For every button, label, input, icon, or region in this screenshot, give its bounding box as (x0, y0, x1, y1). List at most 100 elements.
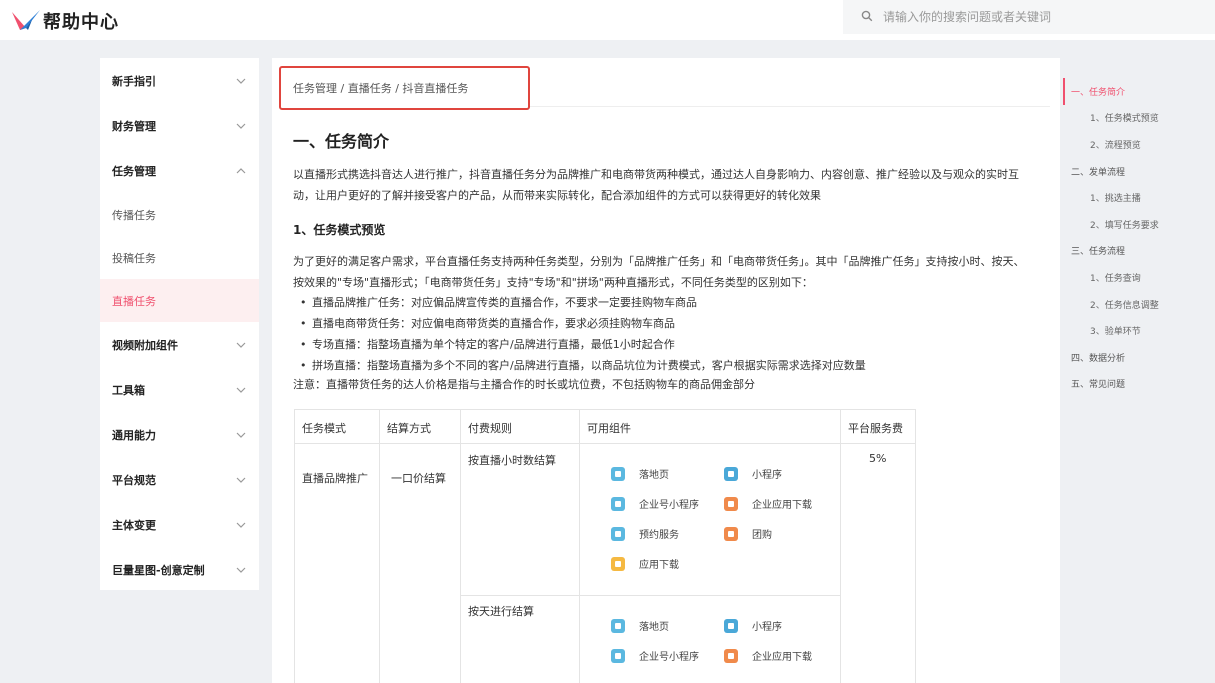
toc-item[interactable]: 3、验单环节 (1063, 317, 1213, 344)
sidebar-item[interactable]: 直播任务 (100, 279, 259, 322)
section-title: 1、任务模式预览 (293, 223, 386, 237)
section-line: 按效果的"专场"直播形式；「电商带货任务」支持"专场"和"拼场"两种直播形式，不… (293, 276, 813, 289)
sidebar-item-label: 视频附加组件 (112, 338, 178, 352)
chevron-down-icon (235, 75, 247, 87)
toc-item[interactable]: 五、常见问题 (1063, 371, 1213, 398)
landing-page-icon (611, 466, 625, 481)
toc-item[interactable]: 1、挑选主播 (1063, 184, 1213, 211)
sidebar-nav: 新手指引财务管理任务管理传播任务投稿任务直播任务视频附加组件 工具箱通用能力平台规… (100, 58, 259, 590)
component-item: 企业号小程序 (611, 496, 699, 511)
table-column-divider (379, 410, 380, 683)
logo[interactable]: 帮助中心 (12, 8, 119, 34)
component-label: 小程序 (752, 622, 782, 633)
sidebar-item-label: 巨量星图-创意定制 (112, 563, 205, 577)
enterprise-mini-program-icon (611, 496, 625, 511)
mini-program-icon (724, 618, 738, 633)
mini-program-icon (724, 466, 738, 481)
section-paragraph: 为了更好的满足客户需求，平台直播任务支持两种任务类型，分别为「品牌推广任务」和「… (293, 251, 1053, 293)
bullet-item: 拼场直播：指整场直播为多个不同的客户/品牌进行直播，以商品坑位为计费模式，客户根… (300, 355, 1040, 376)
component-item: 团购 (724, 526, 772, 541)
chevron-down-icon (235, 384, 247, 396)
chevron-up-icon (235, 165, 247, 177)
sidebar-item-label: 新手指引 (112, 74, 156, 88)
toc-item[interactable]: 2、流程预览 (1063, 131, 1213, 158)
sidebar-item[interactable]: 平台规范 (100, 457, 259, 502)
component-item: 企业应用下载 (724, 648, 812, 663)
component-label: 企业号小程序 (639, 652, 699, 663)
bullet-item: 专场直播：指整场直播为单个特定的客户/品牌进行直播，最低1小时起合作 (300, 334, 1040, 355)
component-label: 企业应用下载 (752, 652, 812, 663)
table-column-divider (579, 410, 580, 683)
sidebar-item-label: 投稿任务 (112, 251, 156, 265)
sidebar-item[interactable]: 新手指引 (100, 58, 259, 103)
toc-item[interactable]: 2、任务信息调整 (1063, 291, 1213, 318)
sidebar-item[interactable]: 财务管理 (100, 103, 259, 148)
toc-item[interactable]: 一、任务简介 (1063, 78, 1213, 105)
bullet-item: 直播电商带货任务：对应偏电商带货类的直播合作，要求必须挂购物车商品 (300, 313, 1040, 334)
enterprise-app-download-icon (724, 648, 738, 663)
logo-mark-icon (12, 10, 40, 32)
chevron-down-icon (235, 339, 247, 351)
table-cell-fee: 5% (869, 452, 887, 465)
chevron-down-icon (235, 429, 247, 441)
page-title: 一、任务简介 (293, 132, 390, 151)
toc-item[interactable]: 四、数据分析 (1063, 344, 1213, 371)
sidebar-item[interactable]: 巨量星图-创意定制 (100, 547, 259, 592)
table-cell-rule: 按天进行结算 (468, 605, 534, 618)
search-bar[interactable] (843, 0, 1215, 34)
table-cell-rule: 按直播小时数结算 (468, 454, 556, 467)
table-column-divider (460, 410, 461, 683)
component-label: 团购 (752, 530, 772, 541)
logo-text: 帮助中心 (43, 12, 119, 33)
component-item: 预约服务 (611, 526, 679, 541)
search-input[interactable] (883, 10, 1183, 24)
table-header-cell: 结算方式 (387, 422, 431, 435)
component-item: 企业号小程序 (611, 648, 699, 663)
table-header-cell: 付费规则 (468, 422, 512, 435)
toc-item[interactable]: 1、任务模式预览 (1063, 105, 1213, 132)
intro-line: 以直播形式携选抖音达人进行推广，抖音直播任务分为品牌推广和电商带货两种模式，通过… (293, 168, 1019, 181)
component-item: 落地页 (611, 466, 669, 481)
table-header-cell: 任务模式 (302, 422, 346, 435)
chevron-down-icon (235, 519, 247, 531)
component-label: 企业号小程序 (639, 500, 699, 511)
sidebar-item[interactable]: 传播任务 (100, 193, 259, 236)
sidebar-item[interactable]: 工具箱 (100, 367, 259, 412)
table-cell-mode: 直播品牌推广 (302, 472, 368, 485)
toc-item[interactable]: 1、任务查询 (1063, 264, 1213, 291)
sidebar-item[interactable]: 任务管理 (100, 148, 259, 193)
sidebar-item-label: 任务管理 (112, 164, 156, 178)
sidebar-item-label: 平台规范 (112, 473, 156, 487)
table-header-cell: 平台服务费 (848, 422, 903, 435)
component-label: 小程序 (752, 470, 782, 481)
toc-item[interactable]: 2、填写任务要求 (1063, 211, 1213, 238)
task-mode-table: 任务模式 结算方式 付费规则 可用组件 平台服务费 直播品牌推广 一口价结算 按… (294, 409, 916, 683)
top-header: 帮助中心 (0, 0, 1215, 40)
sidebar-item-label: 主体变更 (112, 518, 156, 532)
toc-item[interactable]: 二、发单流程 (1063, 158, 1213, 185)
table-cell-settlement: 一口价结算 (391, 472, 446, 485)
table-header-cell: 可用组件 (587, 422, 631, 435)
booking-service-icon (611, 526, 625, 541)
divider (530, 106, 1050, 107)
enterprise-mini-program-icon (611, 648, 625, 663)
bullet-item: 直播品牌推广任务：对应偏品牌宣传类的直播合作，不要求一定要挂购物车商品 (300, 292, 1040, 313)
group-buy-icon (724, 526, 738, 541)
component-label: 落地页 (639, 470, 669, 481)
main-content: 任务管理 / 直播任务 / 抖音直播任务 一、任务简介 以直播形式携选抖音达人进… (272, 58, 1060, 683)
sidebar-item-label: 直播任务 (112, 294, 156, 308)
component-label: 落地页 (639, 622, 669, 633)
component-label: 预约服务 (639, 530, 679, 541)
sidebar-item[interactable]: 通用能力 (100, 412, 259, 457)
table-row-divider (460, 595, 840, 596)
toc-item[interactable]: 三、任务流程 (1063, 238, 1213, 265)
sidebar-item[interactable]: 视频附加组件 (100, 322, 259, 367)
sidebar-item-label: 工具箱 (112, 383, 145, 397)
sidebar-item[interactable]: 主体变更 (100, 502, 259, 547)
table-header-divider (295, 443, 915, 444)
breadcrumb[interactable]: 任务管理 / 直播任务 / 抖音直播任务 (279, 66, 530, 110)
note-text: 注意：直播带货任务的达人价格是指与主播合作的时长或坑位费，不包括购物车的商品佣金… (293, 378, 755, 391)
sidebar-item-label: 传播任务 (112, 208, 156, 222)
sidebar-item[interactable]: 投稿任务 (100, 236, 259, 279)
app-download-icon (611, 556, 625, 571)
